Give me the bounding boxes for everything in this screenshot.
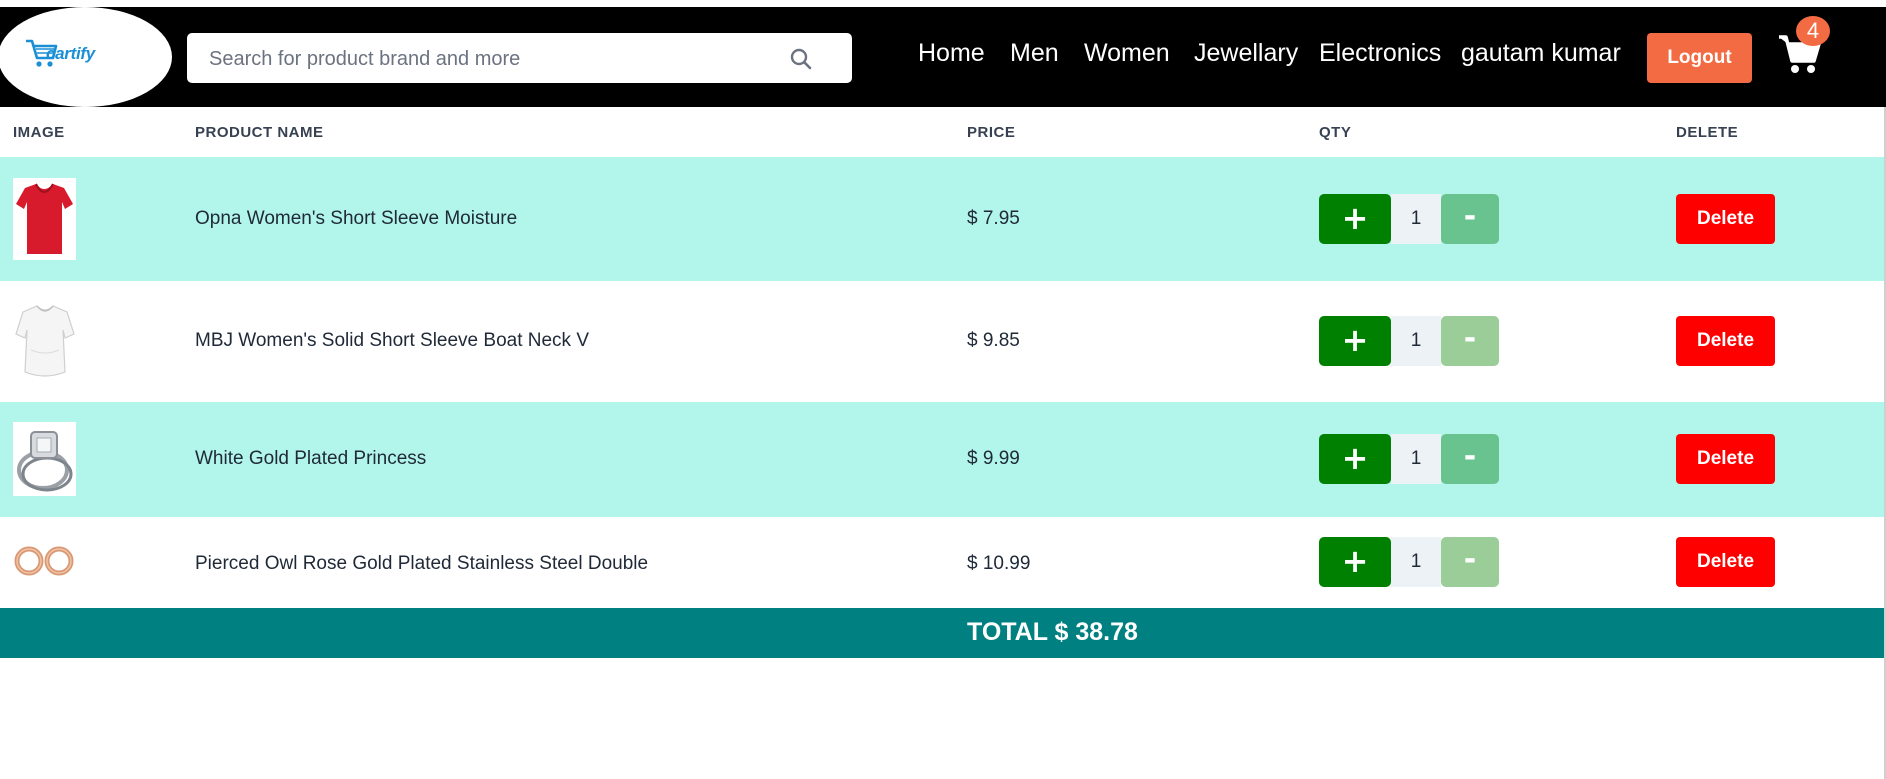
nav-home[interactable]: Home — [918, 39, 985, 68]
qty-value: 1 — [1391, 537, 1441, 587]
logo-text: cartify — [46, 44, 95, 63]
product-price: $ 9.85 — [967, 330, 1020, 351]
logout-button[interactable]: Logout — [1647, 33, 1752, 83]
product-price: $ 7.95 — [967, 208, 1020, 229]
top-strip — [0, 0, 1886, 7]
increase-qty-button[interactable]: + — [1319, 316, 1391, 366]
product-name: Pierced Owl Rose Gold Plated Stainless S… — [195, 553, 649, 574]
product-price: $ 9.99 — [967, 448, 1020, 469]
delete-item-button[interactable]: Delete — [1676, 194, 1775, 244]
nav-electronics[interactable]: Electronics — [1319, 39, 1441, 68]
cart-count-badge: 4 — [1796, 16, 1830, 46]
col-delete: DELETE — [1676, 124, 1739, 141]
col-product-name: PRODUCT NAME — [195, 124, 324, 141]
qty-value: 1 — [1391, 434, 1441, 484]
delete-item-button[interactable]: Delete — [1676, 434, 1775, 484]
navbar: cartify Home Men Women Jewellary Electro… — [0, 7, 1886, 107]
increase-qty-button[interactable]: + — [1319, 537, 1391, 587]
delete-item-button[interactable]: Delete — [1676, 316, 1775, 366]
qty-value: 1 — [1391, 316, 1441, 366]
table-header: IMAGE PRODUCT NAME PRICE QTY DELETE — [0, 107, 1886, 157]
nav-jewellary[interactable]: Jewellary — [1194, 39, 1298, 68]
table-row: MBJ Women's Solid Short Sleeve Boat Neck… — [0, 281, 1884, 402]
product-image-red-tshirt — [13, 178, 76, 260]
search-input[interactable] — [207, 33, 771, 85]
product-price: $ 10.99 — [967, 553, 1031, 574]
cart-total: TOTAL $ 38.78 — [967, 618, 1138, 646]
product-image-white-top — [13, 300, 76, 382]
product-name: White Gold Plated Princess — [195, 448, 427, 469]
nav-user-name[interactable]: gautam kumar — [1461, 39, 1621, 68]
decrease-qty-button[interactable]: - — [1441, 194, 1499, 244]
col-price: PRICE — [967, 124, 1016, 141]
delete-item-button[interactable]: Delete — [1676, 537, 1775, 587]
nav-women[interactable]: Women — [1084, 39, 1170, 68]
product-name: Opna Women's Short Sleeve Moisture — [195, 208, 518, 229]
increase-qty-button[interactable]: + — [1319, 434, 1391, 484]
logo[interactable]: cartify — [0, 7, 172, 107]
col-qty: QTY — [1319, 124, 1352, 141]
search-bar — [187, 33, 852, 85]
decrease-qty-button[interactable]: - — [1441, 434, 1499, 484]
decrease-qty-button[interactable]: - — [1441, 537, 1499, 587]
product-image-rose-gold-earrings — [13, 543, 76, 579]
table-row: White Gold Plated Princess $ 9.99 + 1 - … — [0, 402, 1884, 517]
cart-page: cartify Home Men Women Jewellary Electro… — [0, 0, 1886, 779]
table-row: Pierced Owl Rose Gold Plated Stainless S… — [0, 517, 1884, 608]
product-image-diamond-ring — [13, 422, 76, 496]
total-bar: TOTAL $ 38.78 — [0, 608, 1884, 658]
nav-men[interactable]: Men — [1010, 39, 1059, 68]
decrease-qty-button[interactable]: - — [1441, 316, 1499, 366]
search-icon[interactable] — [789, 47, 813, 71]
table-row: Opna Women's Short Sleeve Moisture $ 7.9… — [0, 157, 1884, 281]
qty-value: 1 — [1391, 194, 1441, 244]
increase-qty-button[interactable]: + — [1319, 194, 1391, 244]
product-name: MBJ Women's Solid Short Sleeve Boat Neck… — [195, 330, 589, 351]
col-image: IMAGE — [13, 124, 65, 141]
